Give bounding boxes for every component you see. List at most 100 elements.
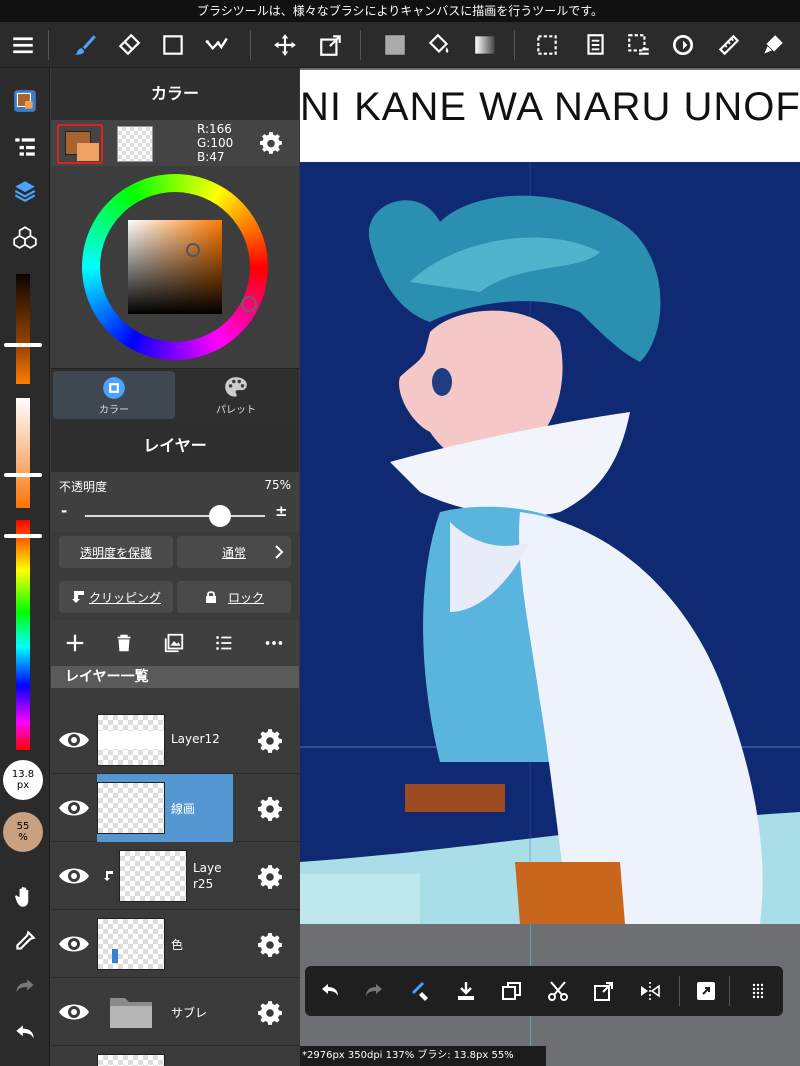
opacity-slider-knob[interactable] bbox=[209, 505, 231, 527]
layer-panel-title: レイヤー bbox=[51, 420, 299, 472]
ruler-icon[interactable] bbox=[712, 28, 746, 62]
visibility-eye-icon[interactable] bbox=[57, 862, 91, 890]
layer-row-folder[interactable]: サブレ bbox=[51, 978, 299, 1046]
lasso-brush-icon[interactable] bbox=[200, 28, 234, 62]
saturation-value-square[interactable] bbox=[128, 220, 222, 314]
grid-menu-icon[interactable] bbox=[743, 976, 773, 1006]
download-icon[interactable] bbox=[451, 976, 481, 1006]
brush-size-indicator[interactable]: 13.8 px bbox=[3, 760, 43, 800]
saturation-slider-knob[interactable] bbox=[4, 473, 42, 477]
filter-icon[interactable] bbox=[756, 28, 790, 62]
opacity-label: 不透明度 bbox=[59, 480, 108, 494]
expand-icon[interactable] bbox=[691, 976, 721, 1006]
duplicate-icon[interactable] bbox=[497, 976, 527, 1006]
hand-tool-icon[interactable] bbox=[8, 880, 42, 914]
layer-name: 線画 bbox=[171, 802, 196, 816]
blend-mode-button[interactable]: 通常 bbox=[177, 536, 291, 568]
opacity-plus-button[interactable]: ± bbox=[275, 502, 288, 520]
color-swatch-row: R:166 G:100 B:47 bbox=[51, 120, 299, 166]
hue-slider[interactable] bbox=[16, 520, 30, 750]
sv-picker[interactable] bbox=[186, 243, 200, 257]
rectangle-select-icon[interactable] bbox=[156, 28, 190, 62]
selection-icon[interactable] bbox=[530, 28, 564, 62]
transform-icon[interactable] bbox=[589, 976, 619, 1006]
tab-palette-label: パレット bbox=[216, 404, 256, 416]
brush-tool-icon[interactable] bbox=[68, 28, 102, 62]
sub-color-swatch[interactable] bbox=[117, 126, 153, 162]
eraser-icon[interactable] bbox=[112, 28, 146, 62]
layer-row[interactable] bbox=[51, 1046, 299, 1066]
layer-settings-gear-icon[interactable] bbox=[257, 796, 283, 822]
flip-horizontal-icon[interactable] bbox=[635, 976, 665, 1006]
saturation-slider[interactable] bbox=[16, 398, 30, 508]
layer-name: サブレ bbox=[171, 1006, 208, 1020]
lock-label: ロック bbox=[227, 590, 264, 605]
left-tool-strip: 13.8 px 55 % bbox=[0, 68, 50, 1066]
tab-color-label: カラー bbox=[99, 404, 129, 416]
redo-icon[interactable] bbox=[8, 970, 42, 1004]
main-color-swatch[interactable] bbox=[57, 124, 103, 164]
hue-picker[interactable] bbox=[241, 296, 257, 312]
color-tabs: カラー パレット bbox=[51, 368, 299, 420]
move-icon[interactable] bbox=[268, 28, 302, 62]
blend-mode-label: 通常 bbox=[221, 545, 246, 560]
select-all-icon[interactable] bbox=[622, 28, 656, 62]
top-toolbar bbox=[0, 22, 800, 68]
layer-name: Layer12 bbox=[171, 732, 220, 746]
layer-settings-gear-icon[interactable] bbox=[257, 1000, 283, 1026]
layers-icon[interactable] bbox=[8, 174, 42, 208]
layer-list-view-icon[interactable] bbox=[209, 628, 239, 658]
color-panel-icon[interactable] bbox=[8, 84, 42, 118]
clipping-arrow-icon bbox=[104, 871, 113, 881]
opacity-minus-button[interactable]: - bbox=[61, 502, 67, 520]
eyedropper-icon[interactable] bbox=[8, 924, 42, 958]
materials-icon[interactable] bbox=[8, 220, 42, 254]
bottom-quick-bar bbox=[305, 966, 783, 1016]
brightness-slider-knob[interactable] bbox=[4, 343, 42, 347]
hue-slider-knob[interactable] bbox=[4, 534, 42, 538]
layer-settings-gear-icon[interactable] bbox=[257, 864, 283, 890]
rotate-canvas-icon[interactable] bbox=[666, 28, 700, 62]
tab-color[interactable]: カラー bbox=[53, 371, 175, 419]
add-layer-icon[interactable] bbox=[60, 628, 90, 658]
chevron-right-icon bbox=[275, 545, 284, 559]
layer-row-selected[interactable]: 線画 bbox=[51, 774, 299, 842]
copy-paste-icon[interactable] bbox=[578, 28, 612, 62]
protect-alpha-button[interactable]: 透明度を保護 bbox=[59, 536, 173, 568]
layer-list-icon[interactable] bbox=[8, 130, 42, 164]
visibility-eye-icon[interactable] bbox=[57, 930, 91, 958]
layer-row[interactable]: 色 bbox=[51, 910, 299, 978]
brush-eraser-toggle-icon[interactable] bbox=[405, 976, 435, 1006]
clipping-button[interactable]: クリッピング bbox=[59, 581, 173, 613]
layer-thumbnail bbox=[97, 714, 165, 766]
fill-color-icon[interactable] bbox=[378, 28, 412, 62]
undo-icon[interactable] bbox=[315, 976, 345, 1006]
more-options-icon[interactable] bbox=[259, 628, 289, 658]
visibility-eye-icon[interactable] bbox=[57, 794, 91, 822]
menu-icon[interactable] bbox=[6, 28, 40, 62]
redo-icon[interactable] bbox=[359, 976, 389, 1006]
delete-layer-icon[interactable] bbox=[109, 628, 139, 658]
color-settings-gear-icon[interactable] bbox=[258, 130, 284, 156]
drawing-canvas[interactable]: NI KANE WA NARU UNOFFIC bbox=[300, 68, 800, 1066]
brightness-slider[interactable] bbox=[16, 274, 30, 384]
transform-icon[interactable] bbox=[314, 28, 348, 62]
layer-row[interactable]: Layer12 bbox=[51, 706, 299, 774]
gradient-icon[interactable] bbox=[468, 28, 502, 62]
visibility-eye-icon[interactable] bbox=[57, 998, 91, 1026]
brush-opacity-indicator[interactable]: 55 % bbox=[3, 812, 43, 852]
lock-button[interactable]: ロック bbox=[177, 581, 291, 613]
layer-row[interactable]: Laye r25 bbox=[51, 842, 299, 910]
undo-icon[interactable] bbox=[8, 1016, 42, 1050]
brush-opacity-value: 55 % bbox=[16, 821, 30, 843]
layer-settings-gear-icon[interactable] bbox=[257, 932, 283, 958]
bucket-icon[interactable] bbox=[422, 28, 456, 62]
opacity-slider[interactable] bbox=[85, 515, 265, 517]
tab-palette[interactable]: パレット bbox=[175, 371, 297, 419]
visibility-eye-icon[interactable] bbox=[57, 726, 91, 754]
scissors-icon[interactable] bbox=[543, 976, 573, 1006]
layer-name: 色 bbox=[171, 938, 184, 952]
layer-name: Laye r25 bbox=[193, 861, 222, 891]
layer-settings-gear-icon[interactable] bbox=[257, 728, 283, 754]
layer-image-icon[interactable] bbox=[159, 628, 189, 658]
